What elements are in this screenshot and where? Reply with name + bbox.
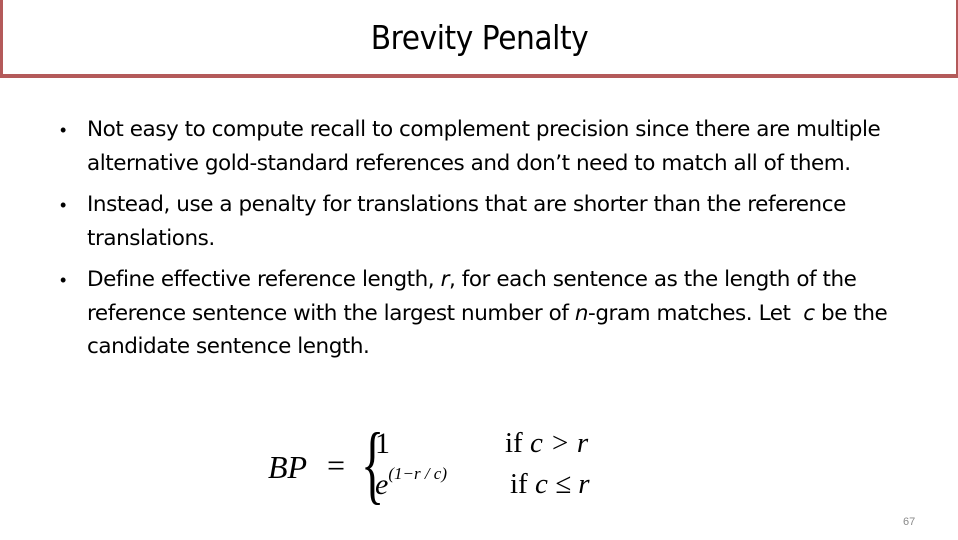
title-box: Brevity Penalty [0, 0, 958, 78]
condition-prefix: if [505, 427, 530, 459]
condition-expression: c > r [529, 427, 589, 459]
bullet-icon: • [60, 195, 67, 215]
formula-case2-value: e(1−r / c) [375, 464, 447, 502]
slide-title: Brevity Penalty [370, 18, 589, 57]
bullet-list: • Not easy to compute recall to compleme… [56, 113, 916, 372]
bullet-item: • Instead, use a penalty for translation… [56, 188, 916, 255]
bullet-text-segment: Not easy to compute recall to complement… [87, 117, 881, 176]
formula-case1-value: 1 [375, 427, 390, 460]
bullet-text: Define effective reference length, r, fo… [87, 263, 916, 364]
brevity-penalty-formula: BP = { 1 e(1−r / c) if c > r if c ≤ r [265, 421, 625, 515]
formula-lhs: BP [268, 449, 308, 485]
bullet-icon: • [60, 270, 67, 290]
formula-equals: = [327, 447, 346, 483]
variable-n: n [574, 300, 589, 326]
formula-case1-condition: if c > r [505, 427, 588, 460]
condition-prefix: if [510, 468, 535, 500]
bullet-text-segment: Define effective reference length, [87, 267, 441, 292]
page-number: 67 [903, 516, 916, 528]
formula-exponent: (1−r / c) [388, 464, 448, 483]
formula-base: e [375, 468, 389, 501]
variable-r: r [440, 267, 450, 292]
bullet-text: Not easy to compute recall to complement… [87, 113, 916, 180]
bullet-icon: • [60, 120, 67, 140]
bullet-text-segment: -gram matches. Let [588, 300, 804, 326]
bullet-item: • Not easy to compute recall to compleme… [56, 113, 916, 180]
bullet-text: Instead, use a penalty for translations … [87, 188, 916, 255]
bullet-item: • Define effective reference length, r, … [56, 263, 916, 364]
variable-c: c [803, 300, 815, 326]
condition-expression: c ≤ r [534, 468, 590, 500]
bullet-text-segment: Instead, use a penalty for translations … [87, 192, 846, 251]
formula-case2-condition: if c ≤ r [510, 468, 590, 501]
